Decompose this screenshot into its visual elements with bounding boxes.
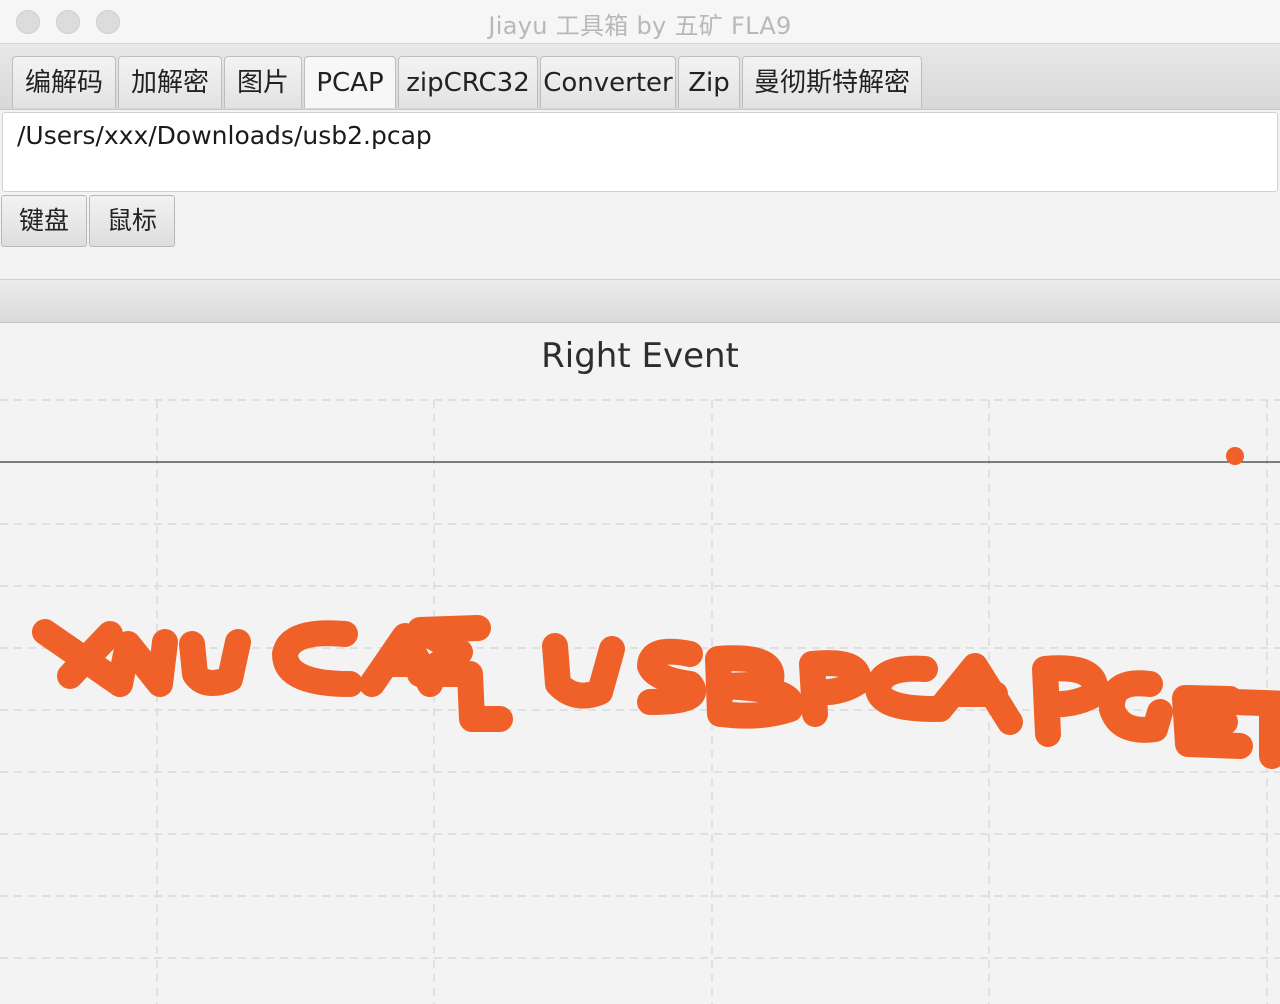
mouse-trace: [32, 615, 1280, 769]
trace-stroke: [705, 645, 804, 729]
tab-zip[interactable]: Zip: [678, 56, 740, 108]
trace-stroke: [865, 655, 948, 722]
chart-toolbar-strip: [0, 280, 1280, 323]
tab-pcap[interactable]: PCAP: [304, 56, 396, 108]
data-point: [1226, 447, 1244, 465]
tab-zipcrc32[interactable]: zipCRC32: [398, 56, 538, 108]
title-bar: Jiayu 工具箱 by 五矿 FLA9: [0, 0, 1280, 44]
tab-bar: 编解码 加解密 图片 PCAP zipCRC32 Converter Zip 曼…: [0, 44, 1280, 110]
keyboard-button[interactable]: 键盘: [1, 195, 87, 247]
trace-stroke: [542, 633, 625, 709]
tab-manchester-decode[interactable]: 曼彻斯特解密: [742, 56, 922, 108]
mouse-button[interactable]: 鼠标: [89, 195, 175, 247]
chart-plot: [0, 399, 1280, 1004]
tab-converter[interactable]: Converter: [540, 56, 676, 108]
file-path-field[interactable]: /Users/xxx/Downloads/usb2.pcap: [2, 112, 1278, 192]
window-title: Jiayu 工具箱 by 五矿 FLA9: [488, 12, 792, 40]
trace-stroke: [107, 629, 178, 697]
app-window: Jiayu 工具箱 by 五矿 FLA9 编解码 加解密 图片 PCAP zip…: [0, 0, 1280, 1004]
chart-title: Right Event: [541, 336, 739, 376]
trace-stroke: [272, 620, 363, 697]
trace-stroke: [799, 650, 872, 727]
trace-stroke: [637, 638, 706, 715]
tab-image[interactable]: 图片: [224, 56, 302, 108]
trace-stroke: [407, 615, 513, 732]
trace-stroke: [927, 653, 1023, 735]
trace-stroke: [1098, 670, 1173, 743]
tab-encrypt-decrypt[interactable]: 加解密: [118, 56, 222, 108]
tab-encode-decode[interactable]: 编解码: [12, 56, 116, 108]
trace-stroke: [1032, 655, 1109, 747]
chart-panel: Right Event: [0, 324, 1280, 1004]
